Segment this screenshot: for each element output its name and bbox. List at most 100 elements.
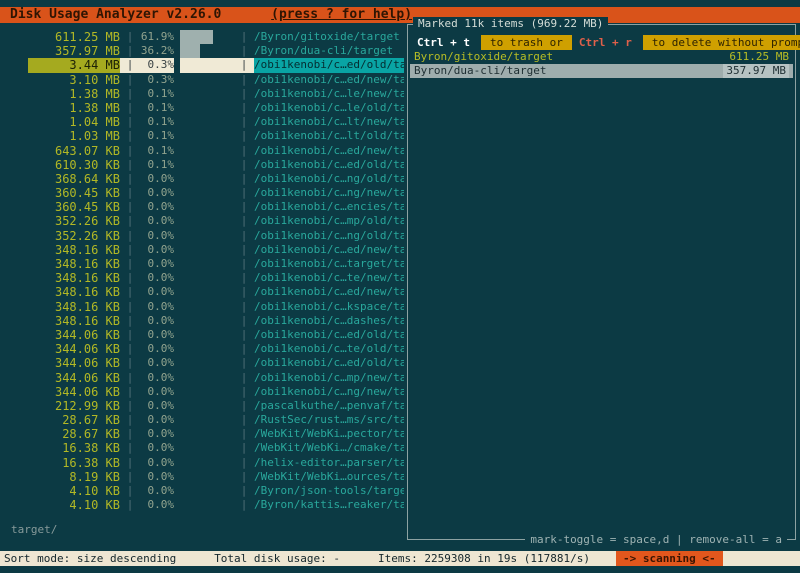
table-row[interactable]: 16.38 KB | 0.0% | /WebKit/WebKi…/cmake/t… (0, 441, 404, 455)
column-separator: | (120, 229, 140, 243)
column-separator: | (234, 498, 254, 512)
row-percent: 0.0% (140, 172, 174, 186)
title-bar: Disk Usage Analyzer v2.26.0 (press ? for… (0, 7, 800, 23)
table-row[interactable]: 344.06 KB | 0.0% | /obi1kenobi/c…ng/new/… (0, 385, 404, 399)
table-row[interactable]: 28.67 KB | 0.0% | /WebKit/WebKi…pector/t… (0, 427, 404, 441)
table-row[interactable]: 344.06 KB | 0.0% | /obi1kenobi/c…ed/old/… (0, 328, 404, 342)
table-row[interactable]: 610.30 KB | 0.1% | /obi1kenobi/c…ed/old/… (0, 158, 404, 172)
column-separator: | (234, 186, 254, 200)
table-row[interactable]: 348.16 KB | 0.0% | /obi1kenobi/c…ed/new/… (0, 285, 404, 299)
column-separator: | (234, 172, 254, 186)
table-row[interactable]: 344.06 KB | 0.0% | /obi1kenobi/c…mp/new/… (0, 371, 404, 385)
column-separator: | (120, 257, 140, 271)
table-row[interactable]: 3.44 MB | 0.3% | /obi1kenobi/c…ed/old/ta… (0, 58, 404, 72)
column-separator: | (234, 158, 254, 172)
column-separator: | (120, 441, 140, 455)
column-separator: | (120, 58, 140, 72)
row-path: /obi1kenobi/c…ed/new/target (254, 285, 404, 299)
marked-list-item[interactable]: Byron/gitoxide/target 611.25 MB (410, 50, 793, 64)
table-row[interactable]: 352.26 KB | 0.0% | /obi1kenobi/c…ng/old/… (0, 229, 404, 243)
table-row[interactable]: 357.97 MB | 36.2% | /Byron/dua-cli/targe… (0, 44, 404, 58)
column-separator: | (120, 172, 140, 186)
row-percent: 0.0% (140, 456, 174, 470)
column-separator: | (120, 101, 140, 115)
row-percent: 0.1% (140, 129, 174, 143)
usage-bar-fill (180, 44, 200, 58)
column-separator: | (234, 328, 254, 342)
row-size: 610.30 KB (28, 158, 120, 172)
row-size: 4.10 KB (28, 498, 120, 512)
row-percent: 0.0% (140, 328, 174, 342)
table-row[interactable]: 28.67 KB | 0.0% | /RustSec/rust…ms/src/t… (0, 413, 404, 427)
column-separator: | (234, 413, 254, 427)
column-separator: | (234, 101, 254, 115)
column-separator: | (234, 243, 254, 257)
row-size: 344.06 KB (28, 342, 120, 356)
column-separator: | (234, 441, 254, 455)
delete-action-badge[interactable]: to delete without prompt (643, 35, 800, 50)
usage-bar (180, 44, 234, 58)
row-percent: 0.1% (140, 158, 174, 172)
column-separator: | (120, 44, 140, 58)
table-row[interactable]: 8.19 KB | 0.0% | /WebKit/WebKi…ources/ta… (0, 470, 404, 484)
table-row[interactable]: 348.16 KB | 0.0% | /obi1kenobi/c…target/… (0, 257, 404, 271)
table-row[interactable]: 368.64 KB | 0.0% | /obi1kenobi/c…ng/old/… (0, 172, 404, 186)
table-row[interactable]: 348.16 KB | 0.0% | /obi1kenobi/c…kspace/… (0, 300, 404, 314)
row-path: /obi1kenobi/c…te/new/target (254, 271, 404, 285)
help-link[interactable]: (press ? for help) (271, 7, 412, 22)
column-separator: | (120, 413, 140, 427)
column-separator: | (234, 214, 254, 228)
column-separator: | (234, 399, 254, 413)
usage-bar (180, 484, 234, 498)
table-row[interactable]: 1.03 MB | 0.1% | /obi1kenobi/c…lt/old/ta… (0, 129, 404, 143)
table-row[interactable]: 1.38 MB | 0.1% | /obi1kenobi/c…le/old/ta… (0, 101, 404, 115)
item-size: 611.25 MB (729, 50, 789, 64)
table-row[interactable]: 1.38 MB | 0.1% | /obi1kenobi/c…le/new/ta… (0, 87, 404, 101)
row-percent: 0.3% (140, 58, 174, 72)
marked-list-item[interactable]: Byron/dua-cli/target 357.97 MB (410, 64, 793, 78)
table-row[interactable]: 4.10 KB | 0.0% | /Byron/kattis…reaker/ta… (0, 498, 404, 512)
row-size: 344.06 KB (28, 356, 120, 370)
row-size: 348.16 KB (28, 243, 120, 257)
row-percent: 0.0% (140, 186, 174, 200)
disk-usage-text: Total disk usage: - (214, 551, 340, 566)
usage-bar (180, 30, 234, 44)
row-size: 348.16 KB (28, 271, 120, 285)
table-row[interactable]: 643.07 KB | 0.1% | /obi1kenobi/c…ed/new/… (0, 144, 404, 158)
table-row[interactable]: 352.26 KB | 0.0% | /obi1kenobi/c…mp/old/… (0, 214, 404, 228)
table-row[interactable]: 348.16 KB | 0.0% | /obi1kenobi/c…te/new/… (0, 271, 404, 285)
row-size: 8.19 KB (28, 470, 120, 484)
column-separator: | (120, 498, 140, 512)
table-row[interactable]: 344.06 KB | 0.0% | /obi1kenobi/c…te/old/… (0, 342, 404, 356)
row-size: 1.03 MB (28, 129, 120, 143)
table-row[interactable]: 1.04 MB | 0.1% | /obi1kenobi/c…lt/new/ta… (0, 115, 404, 129)
row-size: 3.44 MB (28, 58, 120, 72)
row-path: /obi1kenobi/c…lt/new/target (254, 115, 404, 129)
row-path: /obi1kenobi/c…ed/old/target (254, 158, 404, 172)
table-row[interactable]: 16.38 KB | 0.0% | /helix-editor…parser/t… (0, 456, 404, 470)
table-row[interactable]: 212.99 KB | 0.0% | /pascalkuthe/…penvaf/… (0, 399, 404, 413)
row-size: 28.67 KB (28, 427, 120, 441)
row-path: /obi1kenobi/c…ed/old/target (254, 58, 404, 72)
column-separator: | (120, 285, 140, 299)
trash-action-badge[interactable]: to trash or (481, 35, 572, 50)
row-size: 348.16 KB (28, 314, 120, 328)
row-path: /obi1kenobi/c…ng/new/target (254, 186, 404, 200)
marked-panel-title: Marked 11k items (969.22 MB) (413, 17, 608, 31)
row-percent: 61.9% (140, 30, 174, 44)
row-percent: 0.0% (140, 271, 174, 285)
table-row[interactable]: 4.10 KB | 0.0% | /Byron/json-tools/targe… (0, 484, 404, 498)
table-row[interactable]: 611.25 MB | 61.9% | /Byron/gitoxide/targ… (0, 30, 404, 44)
usage-bar (180, 200, 234, 214)
table-row[interactable]: 344.06 KB | 0.0% | /obi1kenobi/c…ed/old/… (0, 356, 404, 370)
table-row[interactable]: 348.16 KB | 0.0% | /obi1kenobi/c…ed/new/… (0, 243, 404, 257)
table-row[interactable]: 360.45 KB | 0.0% | /obi1kenobi/c…encies/… (0, 200, 404, 214)
row-path: /obi1kenobi/c…kspace/target (254, 300, 404, 314)
table-row[interactable]: 360.45 KB | 0.0% | /obi1kenobi/c…ng/new/… (0, 186, 404, 200)
usage-bar (180, 214, 234, 228)
column-separator: | (234, 30, 254, 44)
trash-shortcut-key: Ctrl + t (410, 35, 477, 50)
disk-usage-analyzer-screen: Disk Usage Analyzer v2.26.0 (press ? for… (0, 0, 800, 573)
table-row[interactable]: 348.16 KB | 0.0% | /obi1kenobi/c…dashes/… (0, 314, 404, 328)
table-row[interactable]: 3.10 MB | 0.3% | /obi1kenobi/c…ed/new/ta… (0, 73, 404, 87)
